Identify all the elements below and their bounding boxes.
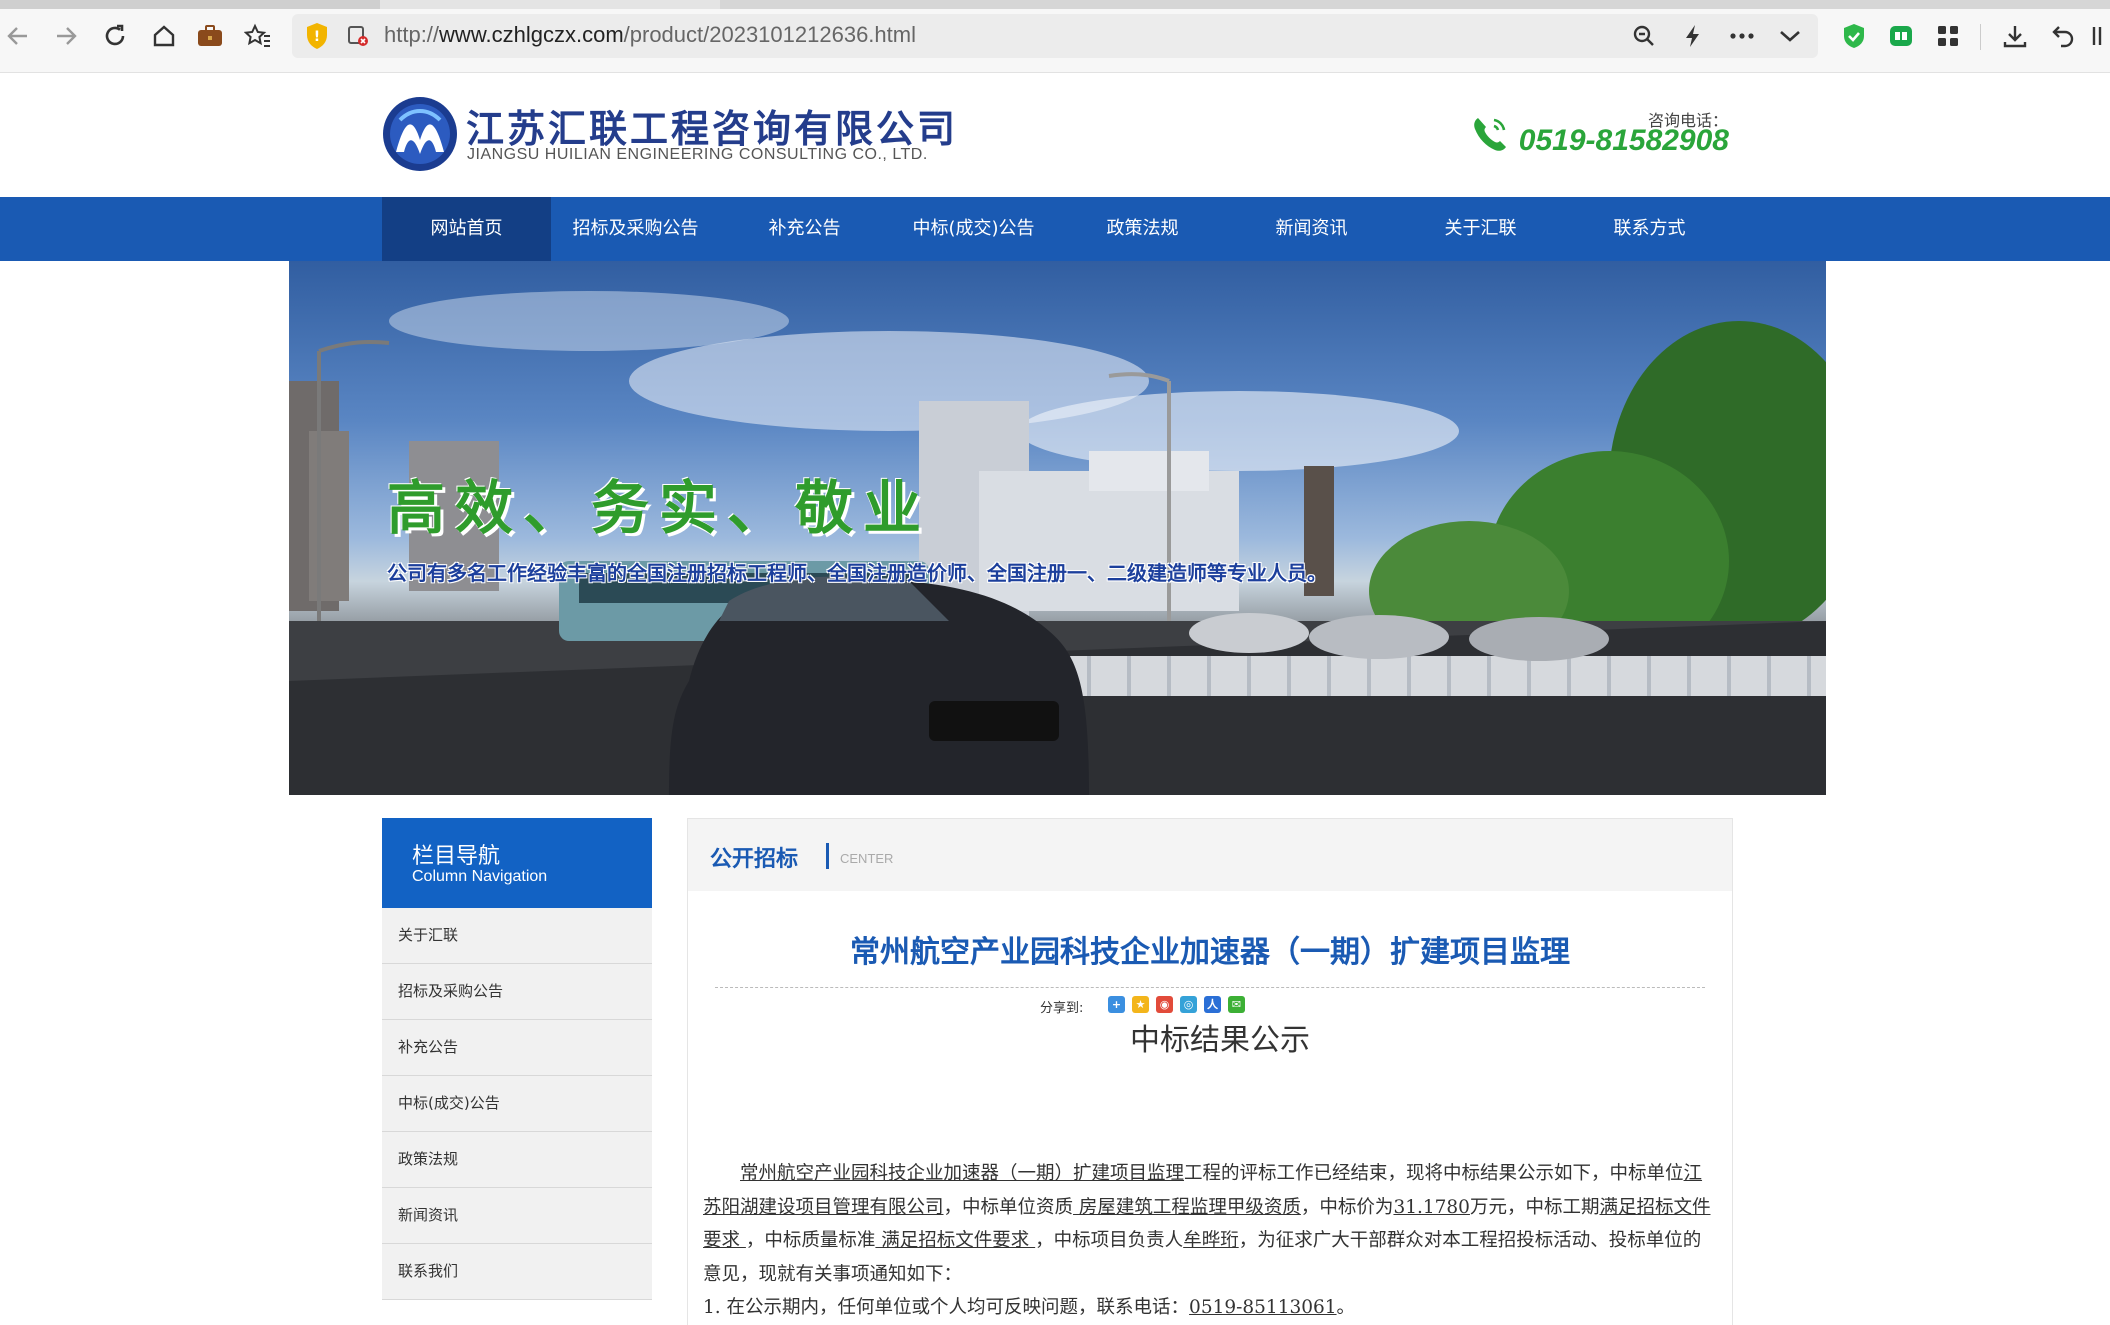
section-title-divider [826,843,829,869]
shield-warning-icon[interactable]: ! [304,21,330,55]
sidebar-item-award[interactable]: 中标(成交)公告 [382,1076,652,1132]
sidebar-item-about[interactable]: 关于汇联 [382,908,652,964]
browser-tab[interactable] [0,0,380,9]
sidebar-header: 栏目导航 Column Navigation [382,818,652,908]
share-tqq-icon[interactable]: ◎ [1180,996,1197,1013]
sidebar-subtitle: Column Navigation [412,868,548,885]
toolbar-divider [1980,24,1981,50]
section-title: 公开招标 [710,847,799,872]
content-panel: 公开招标 CENTER 常州航空产业园科技企业加速器（一期）扩建项目监理 分享到… [687,818,1733,1325]
share-renren-icon[interactable]: 人 [1204,996,1221,1013]
banner-slogan: 高效、务实、敬业 [387,474,932,542]
nav-item-supplement[interactable]: 补充公告 [720,197,889,261]
sidebar-item-contact[interactable]: 联系我们 [382,1244,652,1300]
company-name-english: JIANGSU HUILIAN ENGINEERING CONSULTING C… [467,146,928,163]
apps-grid-icon[interactable] [1930,18,1966,54]
download-icon[interactable] [1997,18,2033,54]
company-logo-icon[interactable] [382,96,458,172]
award-price: 31.1780 [1393,1196,1470,1218]
contact-phone: 0519-85113061 [1189,1297,1337,1318]
phone-number: 0519-81582908 [1518,124,1729,157]
tab-strip [0,0,2110,9]
nav-item-home[interactable]: 网站首页 [382,197,551,261]
sidebar-item-label: 招标及采购公告 [398,982,504,1000]
share-label: 分享到: [1040,1001,1084,1016]
sidebar-item-label: 新闻资讯 [398,1206,459,1224]
insecure-icon[interactable] [346,24,370,52]
article-title: 常州航空产业园科技企业加速器（一期）扩建项目监理 [850,935,1570,970]
title-divider [715,987,1705,988]
sidebar-item-label: 联系我们 [398,1262,459,1280]
hero-banner: 高效、务实、敬业 公司有多名工作经验丰富的全国注册招标工程师、全国注册造价师、全… [289,261,1826,795]
forward-icon[interactable] [48,18,84,54]
overflow-icon[interactable] [2090,18,2110,54]
share-qzone-icon[interactable]: ★ [1132,996,1149,1013]
award-quality: 满足招标文件要求 [875,1230,1036,1251]
nav-item-contact[interactable]: 联系方式 [1565,197,1734,261]
home-icon[interactable] [146,18,182,54]
company-name: 江苏汇联工程咨询有限公司 [466,107,959,151]
phone-icon [1468,112,1512,156]
banner-description: 公司有多名工作经验丰富的全国注册招标工程师、全国注册造价师、全国注册一、二级建造… [387,561,1327,585]
main-nav: 网站首页 招标及采购公告 补充公告 中标(成交)公告 政策法规 新闻资讯 关于汇… [0,197,2110,261]
back-icon[interactable] [0,18,36,54]
project-manager: 牟晔珩 [1183,1230,1239,1251]
nav-item-tender[interactable]: 招标及采购公告 [551,197,720,261]
sidebar-item-news[interactable]: 新闻资讯 [382,1188,652,1244]
adblock-icon[interactable] [1836,18,1872,54]
share-weibo-icon[interactable]: ◉ [1156,996,1173,1013]
sidebar-item-tender[interactable]: 招标及采购公告 [382,964,652,1020]
content-header: 公开招标 CENTER [688,819,1732,891]
zoom-icon[interactable] [1626,18,1662,54]
svg-text:!: ! [314,29,320,45]
document-body: 常州航空产业园科技企业加速器（一期）扩建项目监理工程的评标工作已经结束，现将中标… [703,1157,1713,1325]
more-icon[interactable] [1724,18,1760,54]
notice-item-1: 1. 在公示期内，任何单位或个人均可反映问题，联系电话：0519-8511306… [703,1297,1356,1318]
url-text[interactable]: http://www.czhlgczx.com/product/20231012… [384,22,916,48]
sidebar-item-label: 关于汇联 [398,926,459,944]
nav-item-award[interactable]: 中标(成交)公告 [889,197,1058,261]
section-subtitle: CENTER [840,851,894,866]
award-paragraph: 常州航空产业园科技企业加速器（一期）扩建项目监理工程的评标工作已经结束，现将中标… [703,1163,1711,1285]
nav-item-about[interactable]: 关于汇联 [1396,197,1565,261]
extension-icon[interactable] [1883,18,1919,54]
address-bar[interactable]: ! http://www.czhlgczx.com/product/202310… [292,14,1818,58]
share-wechat-icon[interactable]: ✉ [1228,996,1245,1013]
briefcase-icon[interactable] [192,18,228,54]
nav-item-policy[interactable]: 政策法规 [1058,197,1227,261]
project-name: 常州航空产业园科技企业加速器（一期）扩建项目监理 [740,1163,1185,1184]
flash-icon[interactable] [1675,18,1711,54]
share-more-icon[interactable]: + [1108,996,1125,1013]
sidebar-item-label: 补充公告 [398,1038,459,1056]
browser-tab[interactable] [720,0,2110,9]
sidebar-item-supplement[interactable]: 补充公告 [382,1020,652,1076]
sidebar-item-policy[interactable]: 政策法规 [382,1132,652,1188]
sidebar-item-label: 政策法规 [398,1150,459,1168]
sidebar-item-label: 中标(成交)公告 [398,1094,500,1112]
favorites-icon[interactable] [240,18,276,54]
sidebar-title: 栏目导航 [412,844,501,869]
nav-item-news[interactable]: 新闻资讯 [1227,197,1396,261]
reload-icon[interactable] [97,18,133,54]
browser-toolbar: ! http://www.czhlgczx.com/product/202310… [0,0,2110,73]
undo-icon[interactable] [2045,18,2081,54]
chevron-down-icon[interactable] [1772,18,1808,54]
winner-qualification: 房屋建筑工程监理甲级资质 [1073,1196,1301,1218]
document-heading: 中标结果公示 [1130,1023,1310,1058]
